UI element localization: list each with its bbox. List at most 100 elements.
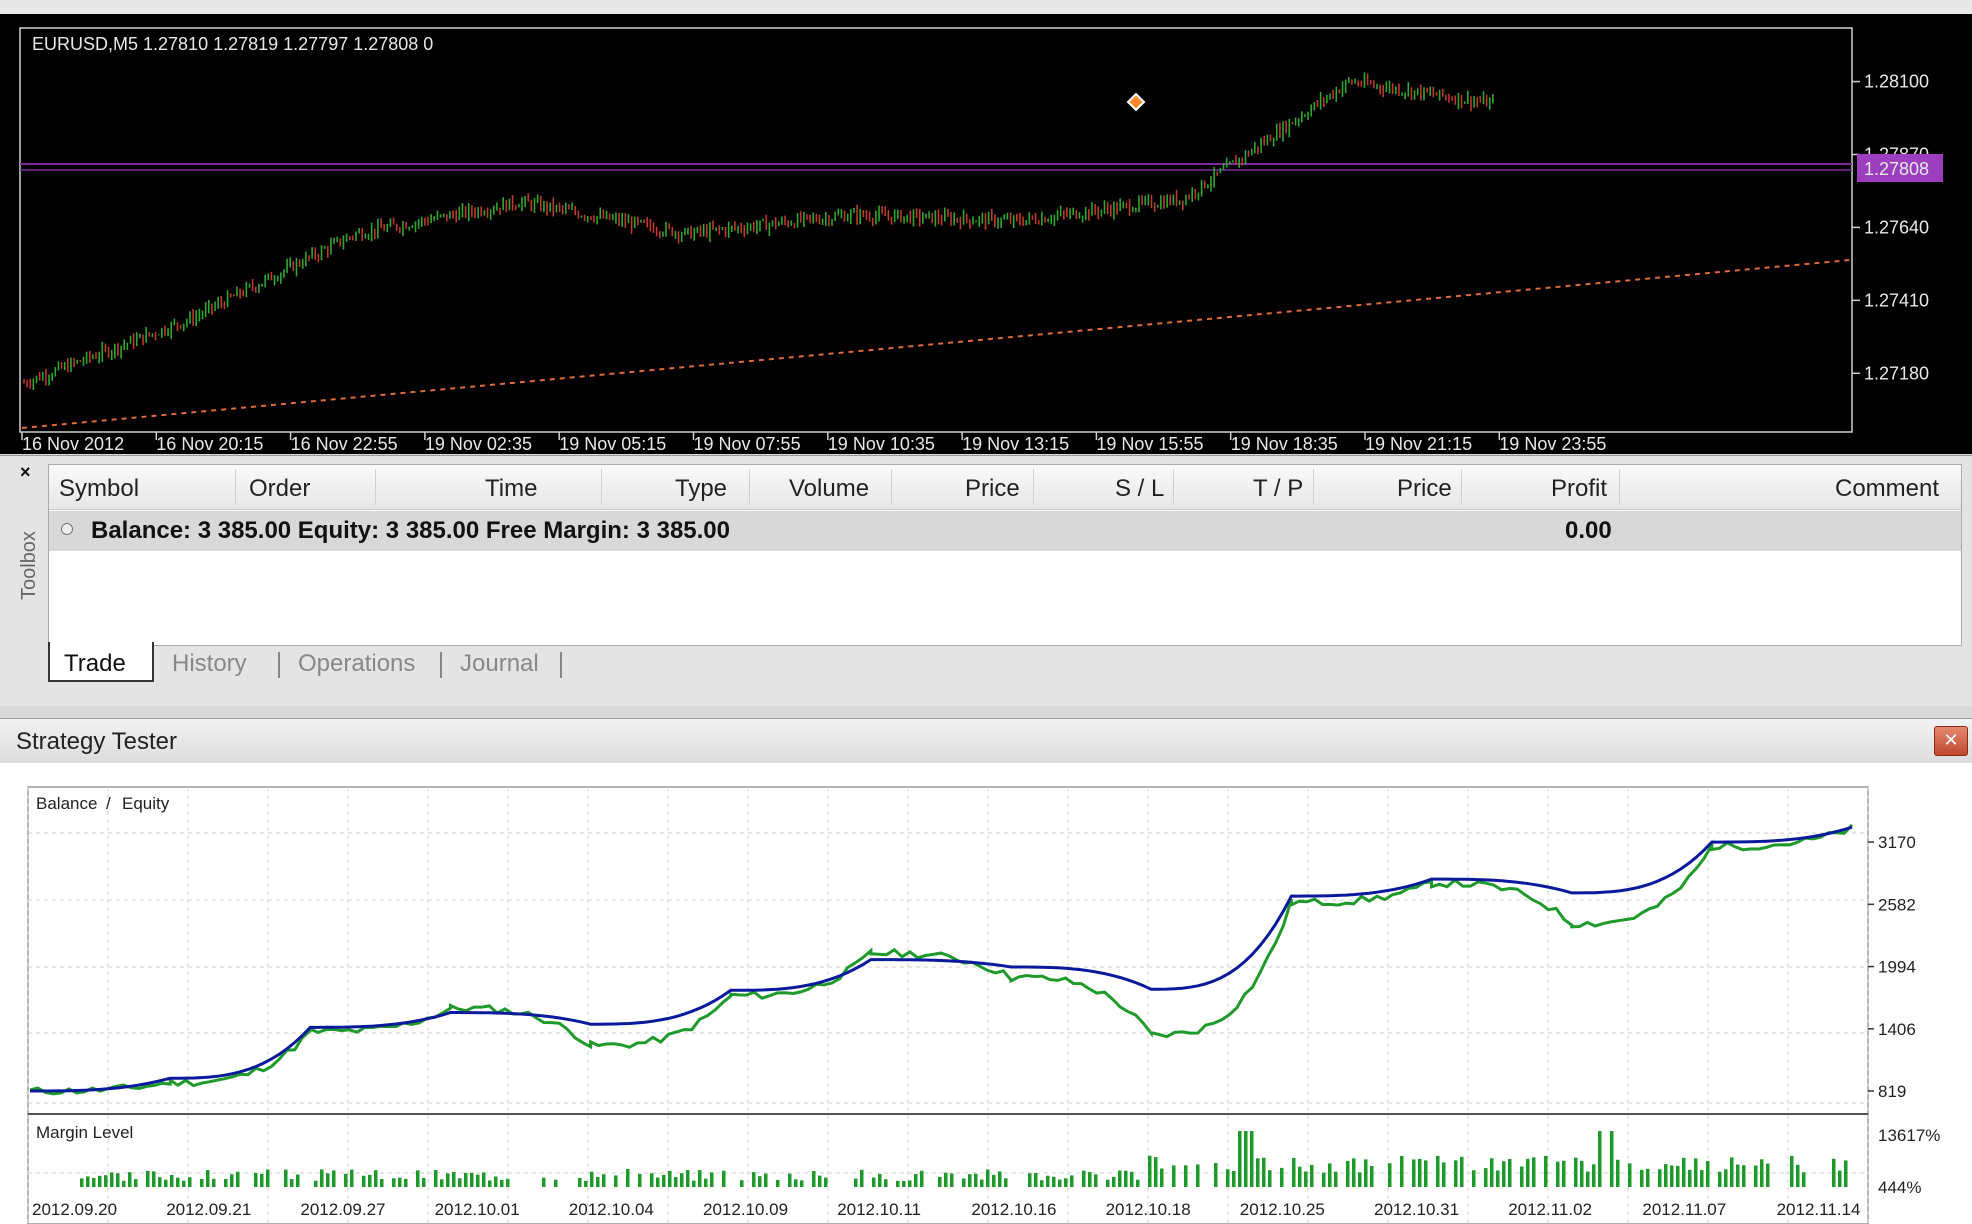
margin-bar bbox=[1088, 1171, 1092, 1187]
margin-bar bbox=[794, 1179, 798, 1187]
tester-grid bbox=[27, 787, 1869, 1224]
margin-bar bbox=[698, 1170, 702, 1187]
time-axis: 16 Nov 2012 16 Nov 20:15 16 Nov 22:55 19 No… bbox=[21, 432, 1606, 454]
margin-bar bbox=[650, 1173, 654, 1187]
margin-bar bbox=[1754, 1165, 1758, 1187]
margin-bar bbox=[128, 1172, 132, 1187]
margin-bar bbox=[704, 1178, 708, 1187]
tab-trade[interactable]: Trade bbox=[48, 642, 154, 682]
margin-bar bbox=[824, 1177, 828, 1187]
margin-bar bbox=[374, 1170, 378, 1187]
balance-row[interactable]: Balance: 3 385.00 Equity: 3 385.00 Free … bbox=[49, 511, 1961, 551]
margin-bars bbox=[80, 1131, 1848, 1187]
margin-bar bbox=[1610, 1131, 1614, 1187]
margin-bar bbox=[344, 1173, 348, 1187]
margin-bar bbox=[668, 1170, 672, 1187]
margin-bar bbox=[1058, 1179, 1062, 1187]
column-close-price[interactable]: Price bbox=[1397, 475, 1452, 503]
margin-bar bbox=[902, 1180, 906, 1187]
time-tick-label: 16 Nov 2012 bbox=[22, 434, 124, 454]
margin-bar bbox=[1640, 1169, 1644, 1187]
column-comment[interactable]: Comment bbox=[1835, 475, 1939, 503]
margin-bar bbox=[1766, 1163, 1770, 1187]
margin-bar bbox=[284, 1169, 288, 1187]
margin-bar bbox=[1238, 1131, 1242, 1187]
tab-journal[interactable]: Journal bbox=[446, 642, 553, 682]
margin-bar bbox=[1064, 1178, 1068, 1187]
margin-bar bbox=[1328, 1163, 1332, 1187]
price-chart[interactable]: EURUSD,M5 1.27810 1.27819 1.27797 1.2780… bbox=[0, 14, 1972, 454]
margin-bar bbox=[1052, 1176, 1056, 1187]
legend-equity: Equity bbox=[122, 794, 170, 813]
tab-separator bbox=[278, 652, 280, 678]
margin-bar bbox=[1118, 1170, 1122, 1187]
terminal-header: Symbol Order Time Type Volume Price S / … bbox=[49, 465, 1961, 510]
column-take-profit[interactable]: T / P bbox=[1253, 475, 1303, 503]
column-symbol[interactable]: Symbol bbox=[59, 475, 139, 503]
margin-bar bbox=[1556, 1161, 1560, 1187]
margin-bar bbox=[1250, 1131, 1254, 1187]
time-tick-label: 19 Nov 23:55 bbox=[1499, 434, 1606, 454]
margin-bar bbox=[1184, 1165, 1188, 1187]
margin-bar bbox=[920, 1170, 924, 1187]
x-tick-label: 2012.09.21 bbox=[166, 1200, 251, 1219]
time-tick-label: 19 Nov 13:15 bbox=[962, 434, 1069, 454]
margin-bar bbox=[1244, 1131, 1248, 1187]
margin-bar bbox=[578, 1177, 582, 1187]
margin-bar bbox=[320, 1169, 324, 1187]
margin-bar bbox=[584, 1180, 588, 1187]
toolbox-close-button[interactable]: × bbox=[20, 462, 31, 483]
x-tick-label: 2012.10.09 bbox=[703, 1200, 788, 1219]
column-separator bbox=[1461, 469, 1462, 505]
column-time[interactable]: Time bbox=[485, 475, 537, 503]
column-stop-loss[interactable]: S / L bbox=[1115, 475, 1164, 503]
margin-bar bbox=[398, 1177, 402, 1187]
balance-bullet-icon bbox=[61, 523, 73, 535]
margin-bar bbox=[1724, 1169, 1728, 1187]
top-toolbar-strip bbox=[0, 0, 1972, 15]
margin-bar bbox=[602, 1174, 606, 1187]
tab-operations[interactable]: Operations bbox=[284, 642, 429, 682]
margin-bar bbox=[1508, 1159, 1512, 1187]
margin-bar bbox=[1436, 1155, 1440, 1187]
legend-separator: / bbox=[106, 794, 111, 813]
column-profit[interactable]: Profit bbox=[1551, 475, 1607, 503]
margin-bar bbox=[1520, 1166, 1524, 1187]
margin-bar bbox=[104, 1175, 108, 1187]
margin-bar bbox=[1532, 1157, 1536, 1187]
margin-bar bbox=[416, 1170, 420, 1187]
x-tick-label: 2012.11.02 bbox=[1508, 1200, 1592, 1219]
price-chart-canvas[interactable]: EURUSD,M5 1.27810 1.27819 1.27797 1.2780… bbox=[0, 14, 1972, 454]
column-type[interactable]: Type bbox=[675, 475, 727, 503]
close-icon[interactable]: ✕ bbox=[1934, 726, 1968, 756]
column-volume[interactable]: Volume bbox=[789, 475, 869, 503]
margin-bar bbox=[1628, 1163, 1632, 1187]
margin-bar bbox=[590, 1171, 594, 1187]
trend-line[interactable] bbox=[21, 259, 1851, 429]
margin-bar bbox=[1460, 1156, 1464, 1187]
margin-tick-label: 444% bbox=[1878, 1178, 1921, 1197]
toolbox-side-label[interactable]: Toolbox bbox=[18, 531, 41, 600]
time-tick-label: 19 Nov 02:35 bbox=[425, 434, 532, 454]
margin-bar bbox=[1730, 1157, 1734, 1187]
margin-bar bbox=[1388, 1163, 1392, 1187]
margin-bar bbox=[122, 1180, 126, 1187]
margin-bar bbox=[542, 1177, 546, 1187]
margin-bar bbox=[752, 1172, 756, 1187]
margin-bar bbox=[1400, 1155, 1404, 1187]
margin-bar bbox=[470, 1172, 474, 1187]
tab-history[interactable]: History bbox=[158, 642, 261, 682]
margin-bar bbox=[1040, 1180, 1044, 1187]
margin-bar bbox=[1574, 1157, 1578, 1187]
column-order[interactable]: Order bbox=[249, 475, 310, 503]
terminal-table: Symbol Order Time Type Volume Price S / … bbox=[48, 464, 1962, 646]
margin-bar bbox=[1172, 1165, 1176, 1187]
margin-bar bbox=[290, 1179, 294, 1187]
column-price[interactable]: Price bbox=[965, 475, 1020, 503]
margin-bar bbox=[1586, 1171, 1590, 1187]
margin-bar bbox=[368, 1174, 372, 1187]
strategy-tester-title: Strategy Tester bbox=[16, 728, 177, 755]
margin-bar bbox=[656, 1177, 660, 1187]
trade-arrow-icon bbox=[1126, 92, 1146, 112]
margin-bar bbox=[974, 1173, 978, 1187]
